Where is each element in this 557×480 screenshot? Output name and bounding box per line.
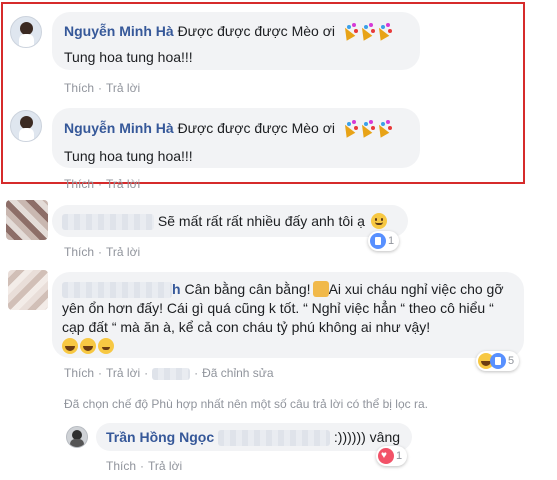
comment-line: cạp đất “ mà ăn à, kể cả con cháu tỷ phú… [62, 319, 431, 335]
separator: · [98, 366, 103, 380]
comment-text: Nguyễn Minh Hà Được được được Mèo ơi [64, 119, 390, 137]
reaction-count: 1 [396, 450, 403, 462]
comment-actions: Thích · Trả lời [64, 245, 140, 259]
comment-line: Được được được Mèo ơi [177, 120, 335, 136]
reply-actions: Thích · Trả lời [106, 459, 182, 473]
reply-link[interactable]: Trả lời [106, 366, 140, 380]
emoji-row [62, 338, 114, 354]
comment-actions: Thích · Trả lời [64, 81, 140, 95]
party-popper-icon [342, 23, 356, 39]
reply-line: :)))))) vâng [333, 429, 401, 445]
comment-text: h Cân bằng cân bằng! Ai xui cháu nghỉ việ… [62, 280, 504, 299]
reaction-summary[interactable]: 1 [368, 231, 400, 251]
party-popper-icon [359, 23, 373, 39]
comment-line: Cân bằng cân bằng! [184, 281, 311, 297]
smile-emoji-icon [370, 213, 387, 229]
comment-line: Sẽ mất rất rất nhiều đấy anh tôi ạ [157, 213, 365, 229]
filter-notice: Đã chọn chế độ Phù hợp nhất nên một số c… [64, 397, 428, 411]
party-popper-icon [376, 120, 390, 136]
party-popper-icon [376, 23, 390, 39]
laughing-emoji-icon [80, 338, 96, 354]
avatar[interactable] [8, 270, 48, 310]
edited-label[interactable]: Đã chỉnh sửa [202, 366, 273, 380]
comment-text: Nguyễn Minh Hà Được được được Mèo ơi [64, 22, 390, 40]
reply-text: Trần Hồng Ngọc :)))))) vâng [106, 428, 401, 447]
separator: · [98, 177, 103, 191]
like-link[interactable]: Thích [64, 366, 94, 380]
like-link[interactable]: Thích [64, 81, 94, 95]
comment-author[interactable]: Nguyễn Minh Hà [64, 120, 174, 136]
reply-link[interactable]: Trả lời [148, 459, 182, 473]
like-link[interactable]: Thích [64, 245, 94, 259]
reaction-summary[interactable]: ♥ 1 [376, 446, 408, 466]
comment-author[interactable]: Nguyễn Minh Hà [64, 23, 174, 39]
like-link[interactable]: Thích [106, 459, 136, 473]
comment-text: Sẽ mất rất rất nhiều đấy anh tôi ạ [62, 212, 387, 231]
avatar[interactable] [10, 110, 42, 142]
avatar[interactable] [6, 200, 48, 240]
reaction-count: 1 [388, 235, 395, 247]
separator: · [140, 459, 145, 473]
love-reaction-icon: ♥ [378, 448, 394, 464]
redacted-name [62, 282, 172, 299]
reply-author[interactable]: Trần Hồng Ngọc [106, 429, 214, 445]
redacted-name [218, 430, 331, 447]
redacted-name [62, 214, 154, 231]
party-popper-icon [342, 120, 356, 136]
separator: · [194, 366, 199, 380]
thumbs-up-emoji-icon [312, 281, 329, 297]
reaction-summary[interactable]: 5 [476, 351, 520, 371]
comment-actions: Thích · Trả lời · · Đã chỉnh sửa [64, 366, 274, 380]
reply-link[interactable]: Trả lời [106, 177, 140, 191]
comment-actions: Thích · Trả lời [64, 177, 140, 191]
separator: · [98, 245, 103, 259]
reaction-count: 5 [508, 355, 515, 367]
avatar[interactable] [66, 426, 88, 448]
avatar[interactable] [10, 16, 42, 48]
redacted-timestamp [152, 367, 191, 380]
comment-line: Tung hoa tung hoa!!! [64, 49, 193, 65]
comment-line: yên ổn hơn đấy! Cái gì quá cũng k tốt. “… [62, 300, 494, 316]
like-link[interactable]: Thích [64, 177, 94, 191]
reply-link[interactable]: Trả lời [106, 81, 140, 95]
like-reaction-icon [370, 233, 386, 249]
comment-line: Tung hoa tung hoa!!! [64, 148, 193, 164]
like-reaction-icon [490, 353, 506, 369]
comment-line: Được được được Mèo ơi [177, 23, 335, 39]
separator: · [98, 81, 103, 95]
comment-line: Ai xui cháu nghỉ việc cho gỡ [328, 281, 504, 297]
separator: · [144, 366, 149, 380]
party-popper-icon [359, 120, 373, 136]
reply-link[interactable]: Trả lời [106, 245, 140, 259]
laughing-emoji-icon [62, 338, 78, 354]
laughing-emoji-icon [98, 338, 114, 354]
comment-author[interactable]: h [172, 281, 181, 297]
